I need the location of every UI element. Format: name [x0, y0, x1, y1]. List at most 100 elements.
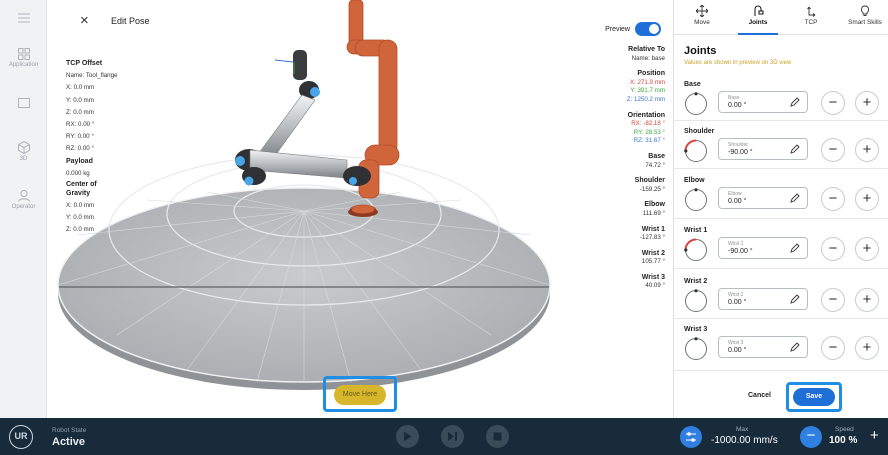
wrist3-input[interactable]: Wrist 3 0.00 °	[718, 336, 808, 358]
save-button[interactable]: Save	[793, 388, 835, 406]
shoulder-input[interactable]: Shoulder -90.00 °	[718, 138, 808, 160]
pencil-icon[interactable]	[789, 96, 801, 108]
joint-label: Shoulder	[684, 128, 715, 135]
cube-icon	[17, 141, 30, 154]
elbow-input[interactable]: Elbow 0.00 °	[718, 187, 808, 209]
tcp-ry: RY: 0.00 °	[66, 133, 94, 141]
preview-label: Preview	[605, 25, 630, 33]
readout-wrist3-value: 40.09 °	[645, 282, 665, 290]
speed-increase-button[interactable]: +	[870, 427, 879, 444]
pencil-icon[interactable]	[789, 242, 801, 254]
joint-dial-icon	[685, 337, 707, 360]
tab-joints[interactable]: Joints	[730, 0, 786, 35]
position-title: Position	[637, 70, 665, 78]
move-here-button[interactable]: Move Here	[334, 385, 386, 405]
tcp-z: Z: 0.0 mm	[66, 108, 94, 116]
menu-icon	[17, 13, 30, 23]
field-label: Wrist 1	[728, 241, 744, 247]
preview-control: Preview	[605, 22, 661, 36]
increase-button[interactable]: +	[855, 187, 879, 211]
position-x: X: 271.9 mm	[629, 78, 665, 86]
nav-item-operator[interactable]: Operator	[0, 190, 47, 210]
robot-state-value: Active	[52, 436, 86, 448]
preview-toggle[interactable]	[635, 22, 661, 36]
nav-item-application[interactable]: Application	[0, 48, 47, 68]
field-value: 0.00 °	[728, 102, 747, 109]
increase-button[interactable]: +	[855, 336, 879, 360]
speed-decrease-button[interactable]: −	[800, 426, 822, 448]
3d-viewport[interactable]: × Edit Pose Preview TCP Offset Name: Too…	[47, 0, 673, 418]
readout-base-value: 74.72 °	[645, 161, 665, 169]
pencil-icon[interactable]	[789, 143, 801, 155]
tab-move[interactable]: Move	[674, 0, 730, 35]
save-highlight: Save	[786, 382, 842, 412]
cog-x: X: 0.0 mm	[66, 202, 95, 210]
decrease-button[interactable]: −	[821, 91, 845, 115]
nav-item-3d[interactable]: 3D	[0, 141, 47, 162]
wrist1-input[interactable]: Wrist 1 -90.00 °	[718, 237, 808, 259]
base-input[interactable]: Base 0.00 °	[718, 91, 808, 113]
person-icon	[17, 190, 30, 202]
play-icon	[404, 432, 412, 441]
increase-button[interactable]: +	[855, 288, 879, 312]
stop-button[interactable]	[486, 425, 509, 448]
decrease-button[interactable]: −	[821, 336, 845, 360]
tab-smart-skills[interactable]: Smart Skills	[836, 0, 888, 35]
tab-tcp-label: TCP	[804, 19, 818, 26]
pencil-icon[interactable]	[789, 192, 801, 204]
speed-label: Speed	[835, 426, 854, 433]
ur-logo[interactable]: UR	[9, 425, 33, 449]
joint-icon	[754, 5, 764, 16]
pencil-icon[interactable]	[789, 293, 801, 305]
move-here-highlight: Move Here	[323, 376, 397, 412]
decrease-button[interactable]: −	[821, 138, 845, 162]
decrease-button[interactable]: −	[821, 288, 845, 312]
speed-settings-button[interactable]	[680, 426, 702, 448]
joint-label: Base	[684, 81, 701, 88]
readout-wrist3-label: Wrist 3	[641, 273, 665, 281]
joint-dial-icon	[685, 289, 707, 312]
close-icon[interactable]: ×	[80, 12, 89, 29]
field-label: Wrist 3	[728, 340, 744, 346]
cancel-button[interactable]: Cancel	[748, 392, 771, 399]
step-button[interactable]	[441, 425, 464, 448]
field-label: Wrist 2	[728, 292, 744, 298]
joint-label: Wrist 2	[684, 278, 708, 285]
tcp-offset-title: TCP Offset	[66, 60, 103, 67]
readout-wrist2-label: Wrist 2	[641, 249, 665, 257]
position-y: Y: 391.7 mm	[630, 87, 665, 95]
cog-z: Z: 0.0 mm	[66, 226, 94, 234]
decrease-button[interactable]: −	[821, 187, 845, 211]
stop-icon	[493, 432, 502, 441]
field-value: 0.00 °	[728, 347, 747, 354]
field-label: Shoulder	[728, 142, 749, 148]
readout-elbow-label: Elbow	[644, 201, 665, 209]
decrease-button[interactable]: −	[821, 237, 845, 261]
increase-button[interactable]: +	[855, 91, 879, 115]
max-value: -1000.00 mm/s	[711, 435, 778, 446]
nav-item-window[interactable]	[0, 98, 47, 110]
max-label: Max	[736, 426, 749, 433]
nav-label-application: Application	[8, 62, 39, 68]
panel-tabs: Move Joints TCP Smart Skills	[674, 0, 888, 35]
bulb-icon	[860, 5, 870, 16]
divider	[674, 268, 888, 269]
play-button[interactable]	[396, 425, 419, 448]
nav-label-3d: 3D	[19, 156, 28, 162]
sliders-icon	[686, 432, 696, 442]
increase-button[interactable]: +	[855, 237, 879, 261]
joint-dial-icon	[684, 238, 707, 261]
grid-icon	[17, 48, 30, 60]
relative-to-name: Name: base	[631, 54, 665, 62]
step-icon	[448, 432, 457, 441]
joint-label: Wrist 1	[684, 227, 708, 234]
cog-y: Y: 0.0 mm	[66, 214, 94, 222]
joint-dial-icon	[685, 92, 707, 115]
current-robot	[235, 50, 371, 186]
tab-tcp[interactable]: TCP	[786, 0, 836, 35]
orientation-title: Orientation	[627, 111, 665, 119]
wrist2-input[interactable]: Wrist 2 0.00 °	[718, 288, 808, 310]
menu-button[interactable]	[0, 13, 47, 25]
increase-button[interactable]: +	[855, 138, 879, 162]
pencil-icon[interactable]	[789, 341, 801, 353]
